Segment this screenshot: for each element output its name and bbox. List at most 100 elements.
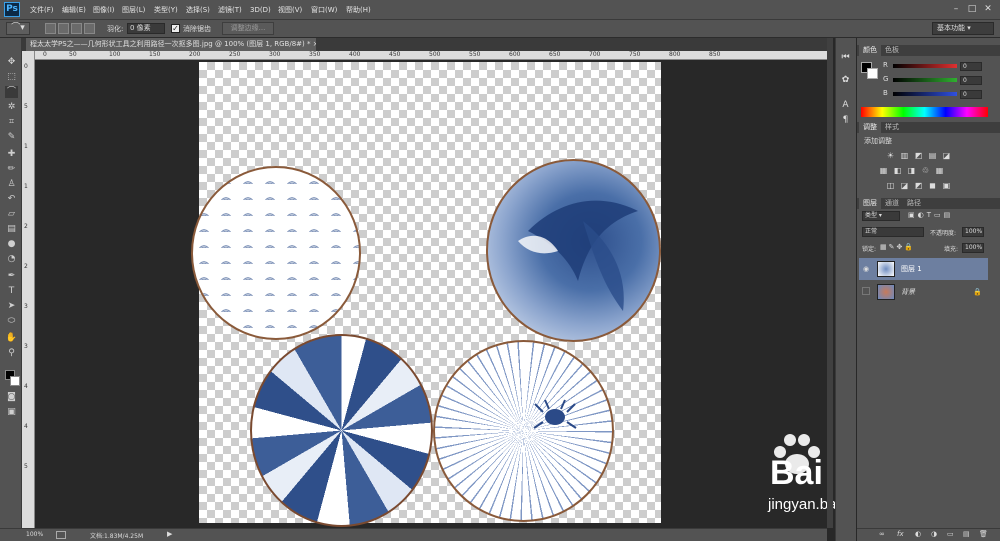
menu-view[interactable]: 视图(V) bbox=[278, 0, 302, 20]
channel-b-slider[interactable] bbox=[893, 92, 957, 96]
tab-swatches[interactable]: 色板 bbox=[881, 45, 903, 56]
tab-close-icon[interactable]: × bbox=[313, 40, 316, 48]
blur-tool-icon[interactable]: ● bbox=[5, 238, 18, 250]
brightness-icon[interactable]: ☀ bbox=[886, 151, 895, 160]
tab-channels[interactable]: 通道 bbox=[881, 198, 903, 209]
zoom-tool-icon[interactable]: ⚲ bbox=[5, 347, 18, 359]
document-tab[interactable]: 程太太学PS之——几何形状工具之利用路径一次抠多图.jpg @ 100% (图层… bbox=[26, 38, 316, 51]
gradient-map-icon[interactable]: ◼ bbox=[928, 181, 937, 190]
pen-tool-icon[interactable]: ✒ bbox=[5, 270, 18, 282]
blend-mode-select[interactable]: 正常 bbox=[862, 227, 924, 237]
invert-icon[interactable]: ◫ bbox=[886, 181, 895, 190]
refine-edge-button[interactable]: 调整边缘... bbox=[222, 22, 274, 35]
layer-row-1[interactable]: ◉ 图层 1 bbox=[859, 258, 988, 280]
color-spectrum-bar[interactable] bbox=[861, 107, 988, 117]
eyedropper-icon[interactable]: ✎ bbox=[5, 131, 18, 143]
panel-background-swatch[interactable] bbox=[867, 68, 878, 79]
history-panel-icon[interactable]: ⏮ bbox=[840, 52, 851, 63]
layer-row-background[interactable]: 背景 🔒 bbox=[859, 281, 988, 303]
color-balance-icon[interactable]: ◧ bbox=[893, 166, 902, 175]
magic-wand-icon[interactable]: ✲ bbox=[5, 101, 18, 113]
curves-icon[interactable]: ◩ bbox=[914, 151, 923, 160]
status-preview-icon[interactable] bbox=[56, 531, 66, 539]
delete-layer-icon[interactable]: 🗑 bbox=[979, 530, 988, 538]
color-lookup-icon[interactable]: ▦ bbox=[935, 166, 944, 175]
group-icon[interactable]: ▭ bbox=[947, 530, 954, 538]
hand-tool-icon[interactable]: ✋ bbox=[5, 332, 18, 344]
maximize-button[interactable]: □ bbox=[966, 4, 978, 14]
fill-input[interactable]: 100% bbox=[962, 243, 984, 253]
exposure-icon[interactable]: ▤ bbox=[928, 151, 937, 160]
workspace-select[interactable]: 基本功能 ▾ bbox=[932, 22, 994, 35]
screen-mode-icon[interactable]: ▣ bbox=[5, 406, 18, 418]
paragraph-panel-icon[interactable]: ¶ bbox=[840, 115, 851, 126]
menu-layer[interactable]: 图层(L) bbox=[122, 0, 145, 20]
link-layers-icon[interactable]: ∞ bbox=[879, 530, 885, 538]
hue-saturation-icon[interactable]: ▦ bbox=[879, 166, 888, 175]
opacity-input[interactable]: 100% bbox=[962, 227, 984, 237]
channel-mixer-icon[interactable]: ♲ bbox=[921, 166, 930, 175]
crop-tool-icon[interactable]: ⌗ bbox=[5, 116, 18, 128]
path-select-icon[interactable]: ➤ bbox=[5, 300, 18, 312]
tab-paths[interactable]: 路径 bbox=[903, 198, 925, 209]
menu-type[interactable]: 类型(Y) bbox=[154, 0, 178, 20]
zoom-level[interactable]: 100% bbox=[26, 531, 43, 538]
clone-stamp-icon[interactable]: ♙ bbox=[5, 178, 18, 190]
layer-filter-icons[interactable]: ▣◐T▭▤ bbox=[908, 211, 953, 219]
minimize-button[interactable]: – bbox=[950, 4, 962, 14]
tab-styles[interactable]: 样式 bbox=[881, 122, 903, 133]
marquee-tool-icon[interactable]: ⬚ bbox=[5, 71, 18, 83]
quick-mask-icon[interactable]: ◙ bbox=[5, 391, 18, 403]
brush-tool-icon[interactable]: ✏ bbox=[5, 163, 18, 175]
menu-3d[interactable]: 3D(D) bbox=[250, 0, 271, 20]
dodge-tool-icon[interactable]: ◔ bbox=[5, 253, 18, 265]
layer-fx-icon[interactable]: fx bbox=[897, 530, 904, 538]
channel-r-value[interactable]: 0 bbox=[960, 62, 982, 71]
brush-presets-icon[interactable]: ✿ bbox=[840, 75, 851, 86]
menu-select[interactable]: 选择(S) bbox=[186, 0, 210, 20]
channel-g-slider[interactable] bbox=[893, 78, 957, 82]
menu-edit[interactable]: 编辑(E) bbox=[62, 0, 86, 20]
menu-filter[interactable]: 滤镜(T) bbox=[218, 0, 242, 20]
lasso-tool-icon[interactable]: ⌒ bbox=[5, 86, 18, 98]
levels-icon[interactable]: ▥ bbox=[900, 151, 909, 160]
menu-image[interactable]: 图像(I) bbox=[93, 0, 115, 20]
posterize-icon[interactable]: ◪ bbox=[900, 181, 909, 190]
visibility-toggle[interactable] bbox=[862, 287, 870, 295]
subtract-selection-icon[interactable] bbox=[71, 23, 82, 34]
move-tool-icon[interactable]: ✥ bbox=[5, 56, 18, 68]
selective-color-icon[interactable]: ▣ bbox=[942, 181, 951, 190]
vibrance-icon[interactable]: ◪ bbox=[942, 151, 951, 160]
channel-g-value[interactable]: 0 bbox=[960, 76, 982, 85]
channel-b-value[interactable]: 0 bbox=[960, 90, 982, 99]
threshold-icon[interactable]: ◩ bbox=[914, 181, 923, 190]
add-selection-icon[interactable] bbox=[58, 23, 69, 34]
vertical-scrollbar[interactable] bbox=[827, 38, 833, 528]
tab-color[interactable]: 颜色 bbox=[859, 45, 881, 56]
status-menu-arrow-icon[interactable]: ▶ bbox=[167, 530, 172, 538]
eraser-tool-icon[interactable]: ▱ bbox=[5, 208, 18, 220]
background-color-swatch[interactable] bbox=[10, 376, 20, 386]
menu-help[interactable]: 帮助(H) bbox=[346, 0, 371, 20]
healing-brush-icon[interactable]: ✚ bbox=[5, 148, 18, 160]
type-tool-icon[interactable]: T bbox=[5, 285, 18, 297]
menu-window[interactable]: 窗口(W) bbox=[311, 0, 337, 20]
intersect-selection-icon[interactable] bbox=[84, 23, 95, 34]
antialias-checkbox[interactable]: ✓ bbox=[171, 24, 180, 33]
channel-r-slider[interactable] bbox=[893, 64, 957, 68]
feather-input[interactable]: 0 像素 bbox=[127, 23, 165, 34]
black-white-icon[interactable]: ◨ bbox=[907, 166, 916, 175]
new-layer-icon[interactable]: ▤ bbox=[963, 530, 970, 538]
lasso-preset-icon[interactable]: ⌒▾ bbox=[6, 22, 30, 35]
close-button[interactable]: ✕ bbox=[982, 4, 994, 14]
new-selection-icon[interactable] bbox=[45, 23, 56, 34]
visibility-eye-icon[interactable]: ◉ bbox=[861, 264, 871, 274]
character-panel-icon[interactable]: A bbox=[840, 100, 851, 111]
tab-layers[interactable]: 图层 bbox=[859, 198, 881, 209]
layer-mask-icon[interactable]: ◐ bbox=[915, 530, 921, 538]
shape-tool-icon[interactable]: ⬭ bbox=[5, 315, 18, 327]
tab-adjustments[interactable]: 调整 bbox=[859, 122, 881, 133]
history-brush-icon[interactable]: ↶ bbox=[5, 193, 18, 205]
adjustment-layer-icon[interactable]: ◑ bbox=[931, 530, 937, 538]
menu-file[interactable]: 文件(F) bbox=[30, 0, 54, 20]
